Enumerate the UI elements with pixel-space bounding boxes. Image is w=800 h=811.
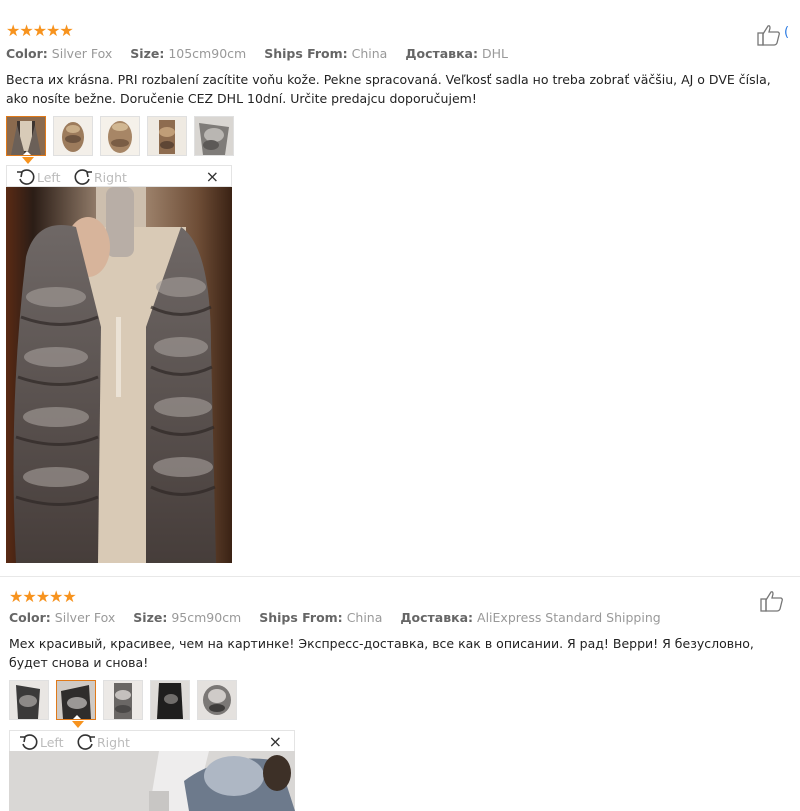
- ships-from-label: Ships From:: [259, 610, 343, 625]
- review-photo-thumbnail[interactable]: [53, 116, 93, 156]
- delivery-label: Доставка:: [400, 610, 474, 625]
- delivery-value: AliExpress Standard Shipping: [477, 610, 661, 625]
- rotate-left-icon: [20, 734, 38, 750]
- review-photo-thumbnail[interactable]: [6, 116, 46, 156]
- size-label: Size:: [130, 46, 165, 61]
- rotate-left-label: Left: [40, 734, 64, 750]
- rotate-left-label: Left: [37, 169, 61, 185]
- ships-from-label: Ships From:: [264, 46, 348, 61]
- color-label: Color:: [9, 610, 51, 625]
- image-viewer-toolbar: Left Right ×: [9, 730, 295, 752]
- review-photo-thumbnail[interactable]: [147, 116, 187, 156]
- color-value: Silver Fox: [51, 46, 113, 61]
- review-text: Мех красивый, красивее, чем на картинке!…: [9, 636, 754, 670]
- thumbnail-strip: [6, 116, 241, 156]
- image-viewer-toolbar: Left Right ×: [6, 165, 232, 187]
- rotate-left-button[interactable]: Left: [19, 732, 64, 752]
- rotate-right-icon: [77, 734, 95, 750]
- active-thumbnail-pointer: [72, 721, 84, 728]
- helpful-count[interactable]: (: [784, 25, 789, 40]
- active-thumbnail-pointer: [22, 157, 34, 164]
- delivery-value: DHL: [481, 46, 508, 61]
- size-label: Size:: [133, 610, 168, 625]
- rotate-right-icon: [74, 169, 92, 185]
- rotate-left-icon: [17, 169, 35, 185]
- rotate-left-button[interactable]: Left: [16, 167, 61, 187]
- review-photo-thumbnail[interactable]: [103, 680, 143, 720]
- review-meta: Color: Silver Fox Size: 95cm90cm Ships Fro…: [9, 610, 675, 626]
- rotate-right-button[interactable]: Right: [73, 167, 127, 187]
- size-value: 105cm90cm: [168, 46, 247, 61]
- thumbnail-strip: [9, 680, 244, 720]
- review-photo-large: [9, 751, 295, 811]
- rotate-right-button[interactable]: Right: [76, 732, 130, 752]
- review-divider: [0, 576, 800, 577]
- rotate-right-label: Right: [94, 169, 127, 185]
- review-photo-thumbnail[interactable]: [100, 116, 140, 156]
- thumbs-up-icon[interactable]: [760, 590, 784, 612]
- review-meta: Color: Silver Fox Size: 105cm90cm Ships Fr…: [6, 46, 522, 62]
- ships-from-value: China: [346, 610, 383, 625]
- star-rating: ★★★★★: [6, 21, 74, 40]
- size-value: 95cm90cm: [171, 610, 242, 625]
- thumbs-up-icon[interactable]: [757, 24, 781, 46]
- review-photo-large: [6, 187, 232, 563]
- review-photo-thumbnail[interactable]: [197, 680, 237, 720]
- review-photo-thumbnail[interactable]: [56, 680, 96, 720]
- review-text: Веста их krásna. PRI rozbalení zacítite …: [6, 72, 771, 106]
- review-photo-thumbnail[interactable]: [194, 116, 234, 156]
- delivery-label: Доставка:: [405, 46, 478, 61]
- review-photo-thumbnail[interactable]: [150, 680, 190, 720]
- ships-from-value: China: [351, 46, 388, 61]
- close-viewer-button[interactable]: ×: [269, 732, 282, 752]
- rotate-right-label: Right: [97, 734, 130, 750]
- review-photo-thumbnail[interactable]: [9, 680, 49, 720]
- color-label: Color:: [6, 46, 48, 61]
- color-value: Silver Fox: [54, 610, 116, 625]
- close-viewer-button[interactable]: ×: [206, 167, 219, 187]
- star-rating: ★★★★★: [9, 587, 77, 606]
